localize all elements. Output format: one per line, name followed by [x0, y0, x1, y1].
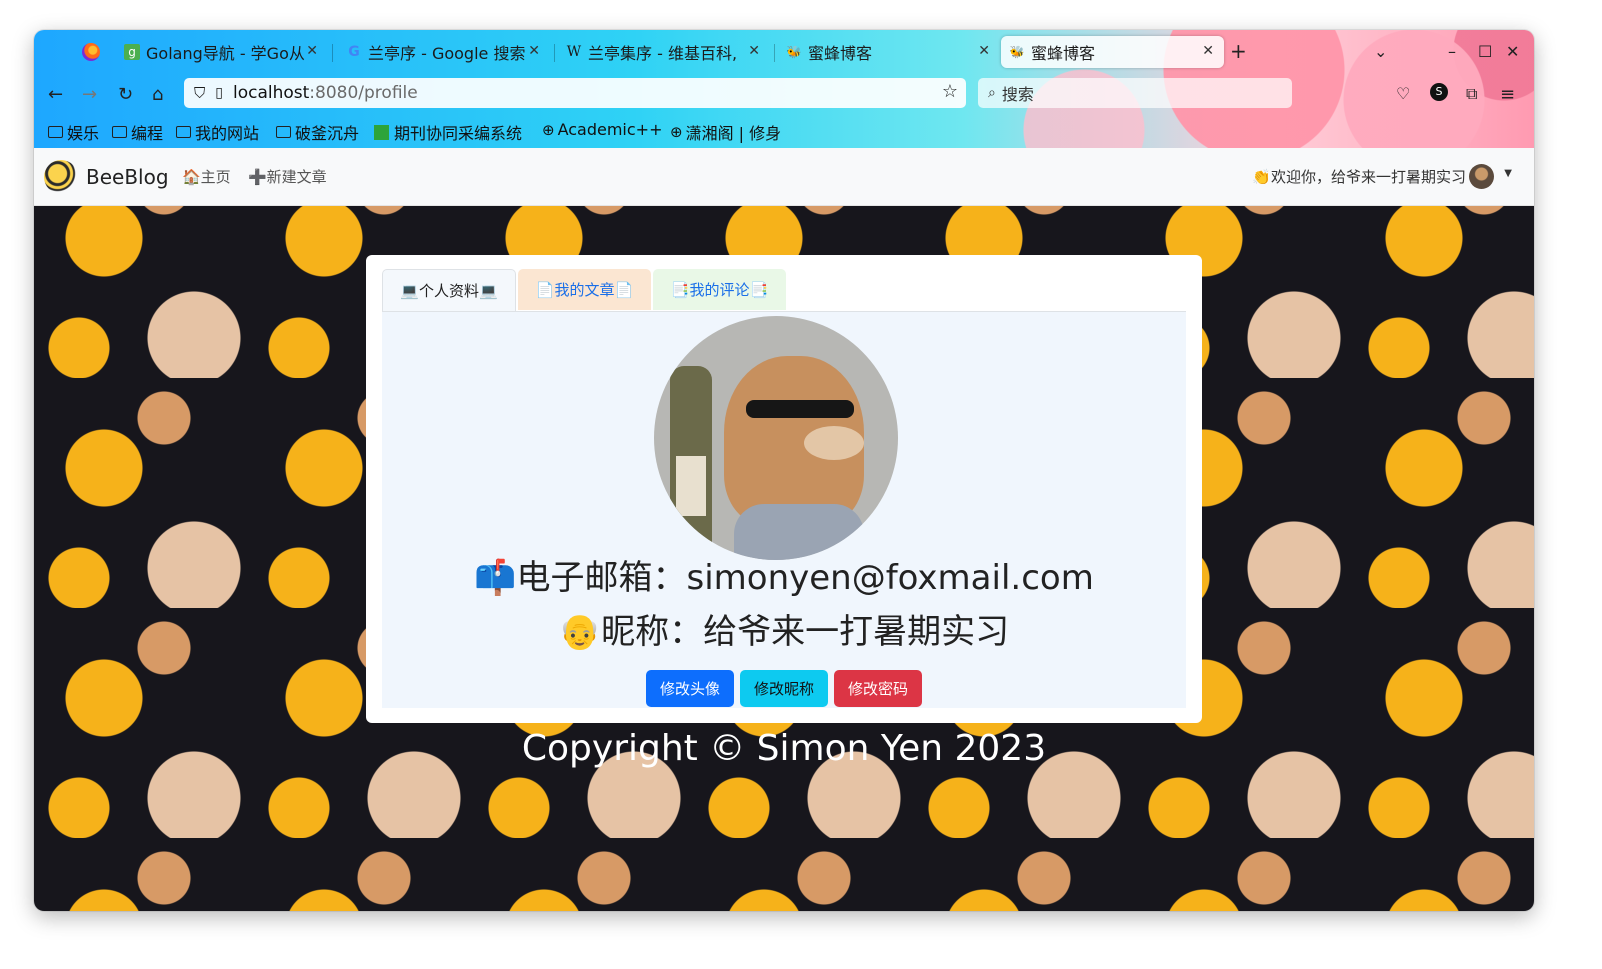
wikipedia-favicon-icon: W: [566, 44, 582, 60]
profile-card: 💻个人资料💻 📄我的文章📄 📑我的评论📑 📫电子邮箱：simonyen@foxm…: [366, 255, 1202, 723]
tab-title: Golang导航 - 学Go从: [146, 44, 305, 63]
browser-window: g Golang导航 - 学Go从 ✕ G 兰亭序 - Google 搜索 ✕ …: [34, 30, 1534, 911]
back-arrow-icon[interactable]: ←: [48, 84, 63, 105]
firefox-icon[interactable]: [82, 36, 112, 68]
page-content: BeeBlog 🏠主页 ➕新建文章 👏欢迎你，给爷来一打暑期实习 ▼ 💻个人资料…: [34, 148, 1534, 911]
minimize-icon[interactable]: –: [1448, 42, 1456, 61]
tab-title: 蜜蜂博客: [1031, 44, 1096, 63]
footer-copyright: Copyright © Simon Yen 2023: [521, 728, 1047, 769]
tab-my-articles[interactable]: 📄我的文章📄: [518, 269, 651, 310]
tab-title: 蜜蜂博客: [808, 44, 873, 63]
user-avatar[interactable]: [1469, 164, 1494, 189]
forward-arrow-icon[interactable]: →: [82, 84, 97, 105]
maximize-icon[interactable]: ☐: [1478, 42, 1492, 61]
globe-icon: ⊕: [670, 123, 683, 141]
close-icon[interactable]: ✕: [528, 43, 540, 59]
url-bar[interactable]: ⛉ ▯ localhost:8080/profile ☆: [184, 78, 966, 108]
nav-new-post-link[interactable]: ➕新建文章: [248, 166, 327, 187]
globe-icon: ⊕: [542, 120, 555, 139]
navigation-toolbar: ← → ↻ ⌂ ⛉ ▯ localhost:8080/profile ☆ ⌕ 搜…: [34, 76, 1534, 110]
bookmark-my-sites[interactable]: 我的网站: [176, 120, 259, 144]
change-password-button[interactable]: 修改密码: [834, 670, 922, 707]
bookmark-label: 潇湘阁 | 修身: [685, 124, 782, 143]
profile-actions: 修改头像 修改昵称 修改密码: [646, 670, 922, 707]
bookmark-journal-system[interactable]: 期刊协同采编系统: [374, 120, 522, 144]
list-tabs-chevron-icon[interactable]: ⌄: [1374, 42, 1387, 61]
tab-profile-info[interactable]: 💻个人资料💻: [382, 269, 516, 311]
tab-title: 兰亭集序 - 维基百科,: [588, 44, 738, 63]
tab-beeblog-1[interactable]: 🐝 蜜蜂博客 ✕: [786, 36, 996, 68]
tab-strip: g Golang导航 - 学Go从 ✕ G 兰亭序 - Google 搜索 ✕ …: [34, 30, 1534, 74]
close-icon[interactable]: ✕: [1202, 43, 1214, 59]
google-favicon-icon: G: [348, 44, 360, 60]
search-input[interactable]: ⌕ 搜索: [978, 78, 1292, 108]
bee-favicon-icon: 🐝: [1009, 45, 1025, 59]
account-icon[interactable]: S: [1430, 83, 1448, 101]
tab-divider: [774, 44, 775, 62]
bookmark-programming[interactable]: 编程: [112, 120, 163, 144]
home-icon[interactable]: ⌂: [152, 84, 163, 105]
menu-icon[interactable]: ≡: [1500, 84, 1515, 105]
bookmark-label: 娱乐: [67, 124, 100, 143]
email-line: 📫电子邮箱：simonyen@foxmail.com: [474, 558, 1094, 598]
bee-logo-icon: [44, 160, 78, 194]
dropdown-caret-icon[interactable]: ▼: [1504, 168, 1512, 179]
bookmark-label: 破釜沉舟: [295, 124, 360, 143]
bee-favicon-icon: 🐝: [786, 45, 802, 59]
search-icon: ⌕: [988, 85, 996, 101]
folder-icon: [176, 126, 191, 138]
window-close-icon[interactable]: ✕: [1506, 42, 1519, 61]
brand-link[interactable]: BeeBlog: [44, 160, 169, 194]
bookmark-label: 期刊协同采编系统: [394, 124, 523, 143]
close-icon[interactable]: ✕: [306, 43, 318, 59]
url-path: :8080/profile: [309, 83, 418, 103]
bookmarks-bar: 娱乐 编程 我的网站 破釜沉舟 期刊协同采编系统 ⊕ Academic++ ⊕ 潇湘…: [34, 116, 1534, 146]
bookmark-academic[interactable]: ⊕ Academic++: [542, 120, 662, 139]
welcome-text: 👏欢迎你，给爷来一打暑期实习: [1252, 168, 1466, 186]
bookmark-entertainment[interactable]: 娱乐: [48, 120, 99, 144]
browser-chrome: g Golang导航 - 学Go从 ✕ G 兰亭序 - Google 搜索 ✕ …: [34, 30, 1534, 148]
bookmark-label: 编程: [131, 124, 164, 143]
profile-tabs: 💻个人资料💻 📄我的文章📄 📑我的评论📑: [382, 269, 788, 311]
folder-icon: [276, 126, 291, 138]
tab-golang[interactable]: g Golang导航 - 学Go从 ✕: [124, 36, 324, 68]
brand-name: BeeBlog: [86, 165, 169, 189]
close-icon[interactable]: ✕: [978, 43, 990, 59]
pocket-icon[interactable]: ♡: [1396, 84, 1410, 103]
bookmark-pofuchenzhou[interactable]: 破釜沉舟: [276, 120, 359, 144]
profile-avatar: [654, 316, 898, 560]
bookmark-label: Academic++: [557, 120, 663, 139]
extensions-icon[interactable]: ⧉: [1466, 84, 1477, 104]
profile-panel: 📫电子邮箱：simonyen@foxmail.com 👴昵称：给爷来一打暑期实习…: [382, 311, 1186, 708]
avatar-bottle-label: [676, 456, 706, 516]
nickname-line: 👴昵称：给爷来一打暑期实习: [558, 612, 1010, 652]
tab-beeblog-active[interactable]: 🐝 蜜蜂博客 ✕: [1001, 36, 1224, 68]
tab-divider: [332, 44, 333, 62]
reload-icon[interactable]: ↻: [118, 84, 133, 105]
page-icon: ▯: [215, 85, 223, 101]
golang-favicon-icon: g: [124, 44, 140, 60]
folder-icon: [48, 126, 63, 138]
tab-my-comments[interactable]: 📑我的评论📑: [653, 269, 786, 310]
close-icon[interactable]: ✕: [748, 43, 760, 59]
nav-home-link[interactable]: 🏠主页: [182, 166, 231, 187]
change-nickname-button[interactable]: 修改昵称: [740, 670, 828, 707]
change-avatar-button[interactable]: 修改头像: [646, 670, 734, 707]
shield-icon[interactable]: ⛉: [194, 84, 205, 102]
site-navbar: BeeBlog 🏠主页 ➕新建文章 👏欢迎你，给爷来一打暑期实习 ▼: [34, 148, 1534, 206]
new-tab-icon[interactable]: +: [1230, 39, 1247, 63]
url-host: localhost: [232, 83, 310, 103]
bookmark-star-icon[interactable]: ☆: [942, 81, 958, 102]
tab-divider: [554, 44, 555, 62]
tab-wikipedia[interactable]: W 兰亭集序 - 维基百科, ✕: [566, 36, 766, 68]
avatar-sunglasses: [746, 400, 854, 418]
folder-icon: [112, 126, 127, 138]
tab-google[interactable]: G 兰亭序 - Google 搜索 ✕: [346, 36, 546, 68]
bookmark-label: 我的网站: [195, 124, 260, 143]
search-placeholder: 搜索: [1001, 85, 1034, 104]
tab-title: 兰亭序 - Google 搜索: [368, 44, 526, 63]
site-icon: [374, 124, 389, 140]
avatar-dog-snout: [804, 426, 864, 460]
bookmark-xiaoxiangge[interactable]: ⊕ 潇湘阁 | 修身: [670, 120, 781, 144]
